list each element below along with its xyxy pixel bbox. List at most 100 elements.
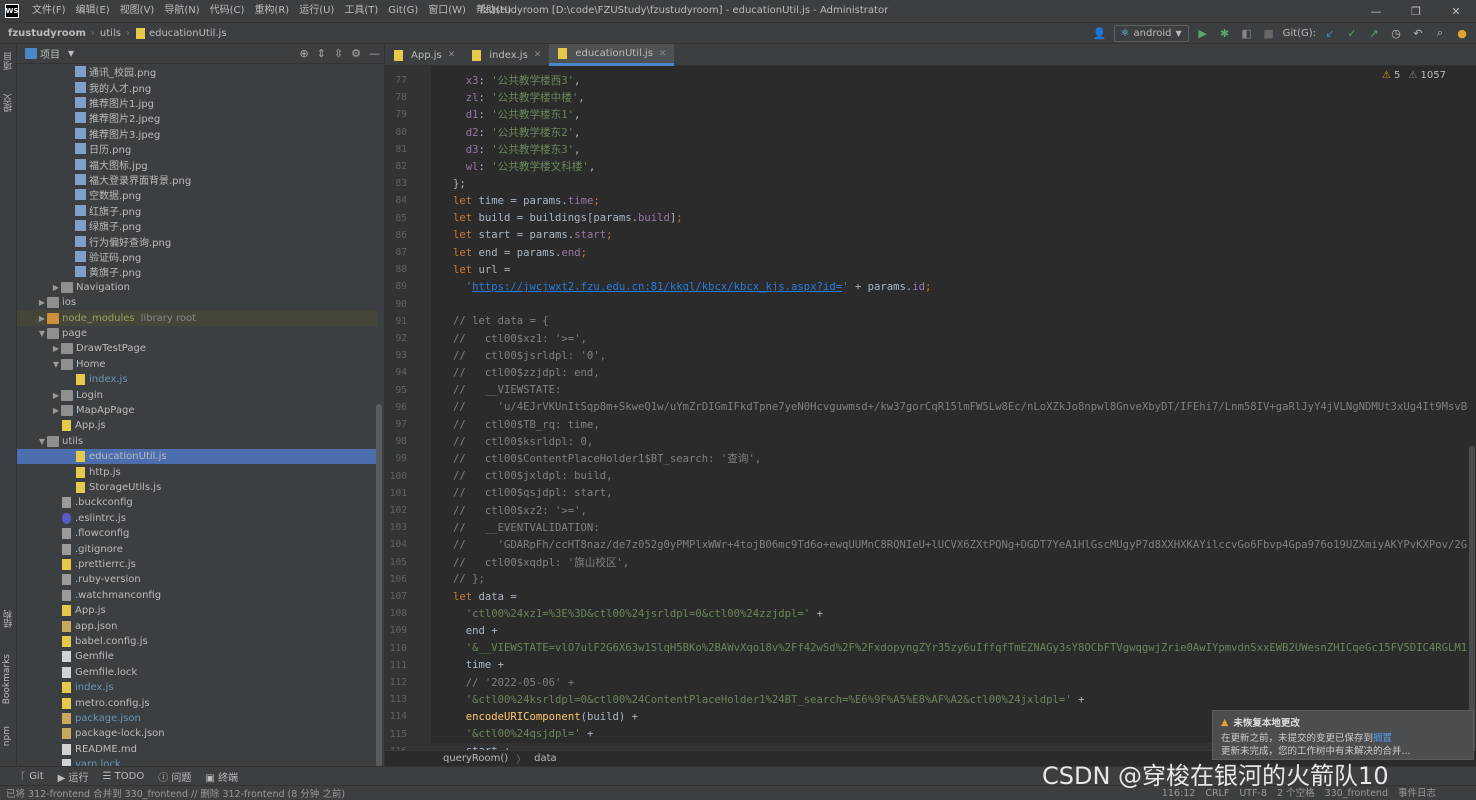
tree-folder[interactable]: ▼ Home <box>17 357 377 372</box>
restore-icon[interactable]: ❐ <box>1396 0 1436 22</box>
editor-tab[interactable]: index.js ✕ <box>463 44 549 66</box>
code-line[interactable]: 112 // '2022-05-06' + <box>385 674 1476 691</box>
tree-file[interactable]: StorageUtils.js <box>17 480 377 495</box>
run-configuration-select[interactable]: ⚛ android ▼ <box>1113 24 1189 42</box>
code-line[interactable]: 97 // ctl00$TB_rq: time, <box>385 416 1476 433</box>
tree-file[interactable]: 推荐图片3.jpeg <box>17 126 377 141</box>
chevron-down-icon[interactable]: ▼ <box>37 437 47 446</box>
expand-all-icon[interactable]: ⇕ <box>317 47 326 60</box>
menu-item[interactable]: 窗口(W) <box>423 0 471 22</box>
tree-file[interactable]: app.json <box>17 618 377 633</box>
code-line[interactable]: 106 // }; <box>385 571 1476 588</box>
breadcrumb-folder[interactable]: utils <box>100 28 121 39</box>
tree-folder[interactable]: ▶ node_modules library root <box>17 310 377 326</box>
close-tab-icon[interactable]: ✕ <box>448 50 456 60</box>
tree-file[interactable]: .ruby-version <box>17 572 377 587</box>
tree-file[interactable]: 福大登录界面背景.png <box>17 172 377 187</box>
breadcrumb-project[interactable]: fzustudyroom <box>8 28 86 39</box>
code-line[interactable]: 85 let build = buildings[params.build]; <box>385 210 1476 227</box>
tree-file[interactable]: .prettierrc.js <box>17 557 377 572</box>
git-commit-icon[interactable]: ✓ <box>1344 25 1360 41</box>
editor-tab[interactable]: App.js ✕ <box>385 44 463 66</box>
menu-item[interactable]: 文件(F) <box>27 0 71 22</box>
code-line[interactable]: 111 time + <box>385 657 1476 674</box>
tree-file[interactable]: 黄旗子.png <box>17 264 377 279</box>
editor-tab[interactable]: educationUtil.js ✕ <box>549 44 675 66</box>
code-line[interactable]: 80 d2: '公共教学楼东2', <box>385 124 1476 141</box>
tree-file[interactable]: http.js <box>17 464 377 479</box>
chevron-down-icon[interactable]: ▼ <box>68 49 74 58</box>
tree-folder[interactable]: ▶ DrawTestPage <box>17 341 377 356</box>
code-line[interactable]: 89 'https://jwcjwxt2.fzu.edu.cn:81/kkgl/… <box>385 278 1476 295</box>
chevron-right-icon[interactable]: ▶ <box>51 283 61 292</box>
tree-file[interactable]: 我的人才.png <box>17 79 377 95</box>
code-line[interactable]: 104 // 'GDARpFh/ccHT8naz/de7z052g0yPMPlxW… <box>385 536 1476 553</box>
chevron-right-icon[interactable]: ▶ <box>37 298 47 307</box>
bookmarks-tool-tab[interactable]: Bookmarks <box>2 654 12 704</box>
terminal-tool-tab[interactable]: ▣ 终端 <box>205 769 238 784</box>
chevron-right-icon[interactable]: ▶ <box>51 344 61 353</box>
code-line[interactable]: 110 '&__VIEWSTATE=vlO7ulF2G6X63w1SlqH5BK… <box>385 640 1476 657</box>
menu-item[interactable]: 编辑(E) <box>71 0 115 22</box>
tree-file[interactable]: 绿旗子.png <box>17 218 377 233</box>
code-line[interactable]: 77 x3: '公共教学楼西3', <box>385 72 1476 89</box>
code-line[interactable]: 101 // ctl00$qsjdpl: start, <box>385 485 1476 502</box>
tree-file[interactable]: yarn.lock <box>17 757 377 766</box>
git-update-icon[interactable]: ↙ <box>1322 25 1338 41</box>
debug-icon[interactable]: ✱ <box>1217 25 1233 41</box>
tree-file[interactable]: 空数据.png <box>17 187 377 202</box>
code-line[interactable]: 81 d3: '公共教学楼东3', <box>385 141 1476 158</box>
tree-file[interactable]: 行为偏好查询.png <box>17 233 377 249</box>
code-line[interactable]: 109 end + <box>385 622 1476 639</box>
menu-item[interactable]: 工具(T) <box>339 0 383 22</box>
tree-file[interactable]: 推荐图片2.jpeg <box>17 110 377 125</box>
locate-icon[interactable]: ⊕ <box>299 47 308 60</box>
tree-file[interactable]: .buckconfig <box>17 495 377 510</box>
chevron-down-icon[interactable]: ▼ <box>37 329 47 338</box>
tree-folder[interactable]: ▶ ios <box>17 295 377 310</box>
history-icon[interactable]: ◷ <box>1388 25 1404 41</box>
code-line[interactable]: 78 zl: '公共教学楼中楼', <box>385 89 1476 106</box>
tree-file[interactable]: .flowconfig <box>17 526 377 541</box>
inspections-widget[interactable]: ⚠ 5 ⚠ 1057 <box>1382 70 1446 81</box>
commit-tool-tab[interactable]: 提交 <box>2 94 15 112</box>
run-icon[interactable]: ▶ <box>1195 25 1211 41</box>
menu-item[interactable]: 视图(V) <box>115 0 160 22</box>
menu-item[interactable]: 导航(N) <box>159 0 204 22</box>
menu-item[interactable]: 重构(R) <box>249 0 294 22</box>
tree-file[interactable]: 推荐图片1.jpg <box>17 95 377 110</box>
code-line[interactable]: 107 let data = <box>385 588 1476 605</box>
gear-icon[interactable]: ⚙ <box>351 47 361 60</box>
code-line[interactable]: 88 let url = <box>385 261 1476 278</box>
tree-file[interactable]: metro.config.js <box>17 695 377 710</box>
tree-file[interactable]: README.md <box>17 742 377 757</box>
tree-file[interactable]: Gemfile <box>17 649 377 664</box>
tree-file[interactable]: .eslintrc.js <box>17 511 377 526</box>
menu-item[interactable]: 运行(U) <box>294 0 339 22</box>
close-tab-icon[interactable]: ✕ <box>659 49 667 59</box>
code-line[interactable]: 99 // ctl00$ContentPlaceHolder1$BT_search… <box>385 450 1476 467</box>
tree-file[interactable]: index.js <box>17 680 377 695</box>
tree-file[interactable]: package.json <box>17 711 377 726</box>
code-line[interactable]: 113 '&ctl00%24ksrldpl=0&ctl00%24ContentP… <box>385 691 1476 708</box>
run-tool-tab[interactable]: ▶ 运行 <box>58 769 89 784</box>
menu-item[interactable]: Git(G) <box>383 0 423 22</box>
code-line[interactable]: 83}; <box>385 175 1476 192</box>
tree-file[interactable]: educationUtil.js <box>17 449 377 465</box>
menu-item[interactable]: 代码(C) <box>205 0 250 22</box>
code-line[interactable]: 102 // ctl00$xz2: '>=', <box>385 502 1476 519</box>
coverage-icon[interactable]: ◧ <box>1239 25 1255 41</box>
code-line[interactable]: 96 // 'u/4EJrVKUnItSqp8m+SkweQ1w/uYmZrDIG… <box>385 399 1476 416</box>
code-line[interactable]: 95 // __VIEWSTATE: <box>385 382 1476 399</box>
breadcrumb-variable[interactable]: data <box>534 753 557 764</box>
editor-scrollbar[interactable] <box>1468 66 1476 772</box>
tree-file[interactable]: index.js <box>17 372 377 387</box>
notification-balloon[interactable]: ▲ 未恢复本地更改 在更新之前，未提交的变更已保存到搁置 更新未完成，您的工作树… <box>1212 710 1474 760</box>
tree-file[interactable]: Gemfile.lock <box>17 665 377 680</box>
close-icon[interactable]: ✕ <box>1436 0 1476 22</box>
project-panel-title[interactable]: 项目 <box>40 46 60 61</box>
tree-file[interactable]: .gitignore <box>17 541 377 556</box>
code-line[interactable]: 98 // ctl00$ksrldpl: 0, <box>385 433 1476 450</box>
code-line[interactable]: 82 wl: '公共教学楼文科楼', <box>385 158 1476 175</box>
code-line[interactable]: 108 'ctl00%24xz1=%3E%3D&ctl00%24jsrldpl=… <box>385 605 1476 622</box>
